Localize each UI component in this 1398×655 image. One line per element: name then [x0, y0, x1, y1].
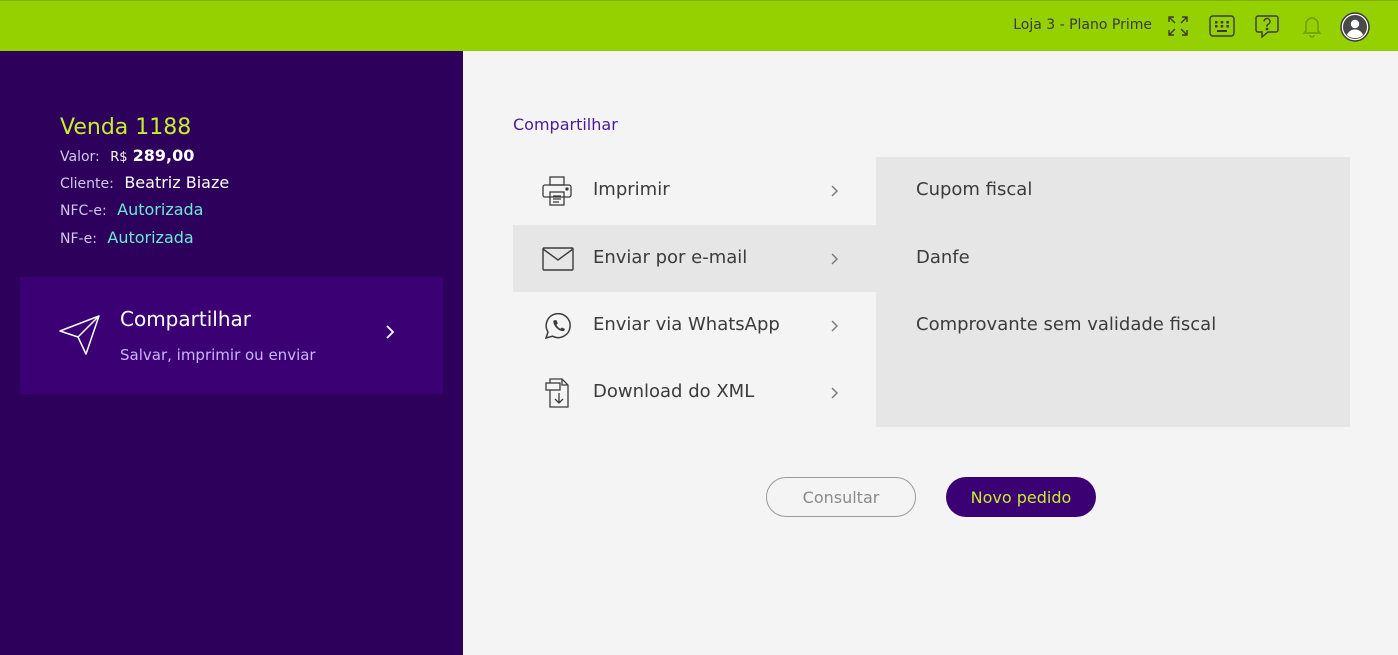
sale-value-row: Valor: R$ 289,00 — [60, 146, 194, 165]
client-name: Beatriz Biaze — [124, 173, 230, 192]
envelope-icon — [540, 243, 576, 275]
share-card[interactable]: Compartilhar Salvar, imprimir ou enviar — [20, 277, 443, 394]
option-label: Enviar por e-mail — [593, 247, 748, 268]
sale-sidebar: Venda 1188 Valor: R$ 289,00 Cliente: Bea… — [0, 51, 463, 655]
option-label: Imprimir — [593, 179, 670, 200]
option-print[interactable]: Imprimir — [513, 157, 876, 224]
section-title: Compartilhar — [513, 115, 618, 134]
suboption-cupom-fiscal[interactable]: Cupom fiscal — [916, 179, 1032, 200]
share-card-subtitle: Salvar, imprimir ou enviar — [120, 346, 316, 364]
currency-symbol: R$ — [110, 150, 128, 165]
whatsapp-icon — [540, 310, 576, 342]
bell-icon[interactable] — [1299, 13, 1325, 39]
client-label: Cliente: — [60, 176, 114, 192]
suboption-comprovante[interactable]: Comprovante sem validade fiscal — [916, 314, 1216, 335]
suboption-danfe[interactable]: Danfe — [916, 247, 970, 268]
nfce-row: NFC-e: Autorizada — [60, 200, 203, 219]
chevron-right-icon — [829, 183, 839, 202]
chevron-right-icon — [829, 318, 839, 337]
nfe-row: NF-e: Autorizada — [60, 228, 194, 247]
sale-client-row: Cliente: Beatriz Biaze — [60, 173, 229, 192]
paper-plane-icon — [58, 313, 102, 361]
chevron-right-icon — [384, 323, 396, 345]
option-label: Enviar via WhatsApp — [593, 314, 780, 335]
nfce-label: NFC-e: — [60, 203, 107, 219]
expand-icon[interactable] — [1165, 13, 1191, 39]
nfce-status: Autorizada — [117, 200, 204, 219]
help-chat-icon[interactable] — [1254, 13, 1280, 39]
consultar-button[interactable]: Consultar — [766, 477, 916, 517]
sale-title: Venda 1188 — [60, 115, 192, 140]
top-bar: Loja 3 - Plano Prime — [0, 0, 1398, 51]
nfe-status: Autorizada — [107, 228, 194, 247]
option-whatsapp[interactable]: Enviar via WhatsApp — [513, 292, 876, 359]
sale-value-label: Valor: — [60, 149, 100, 165]
keypad-icon[interactable] — [1209, 13, 1235, 39]
share-card-title: Compartilhar — [120, 307, 251, 331]
nfe-label: NF-e: — [60, 231, 97, 247]
option-label: Download do XML — [593, 381, 755, 402]
user-avatar-icon[interactable] — [1339, 11, 1371, 43]
email-suboptions-panel: Cupom fiscal Danfe Comprovante sem valid… — [876, 157, 1350, 427]
option-email[interactable]: Enviar por e-mail — [513, 225, 876, 292]
sale-value-amount: 289,00 — [132, 146, 195, 165]
printer-icon — [540, 175, 576, 207]
option-download-xml[interactable]: Download do XML — [513, 359, 876, 426]
novo-pedido-button[interactable]: Novo pedido — [946, 477, 1096, 517]
xml-file-icon — [540, 377, 576, 409]
chevron-right-icon — [829, 251, 839, 270]
chevron-right-icon — [829, 385, 839, 404]
store-plan-label: Loja 3 - Plano Prime — [1013, 17, 1152, 33]
